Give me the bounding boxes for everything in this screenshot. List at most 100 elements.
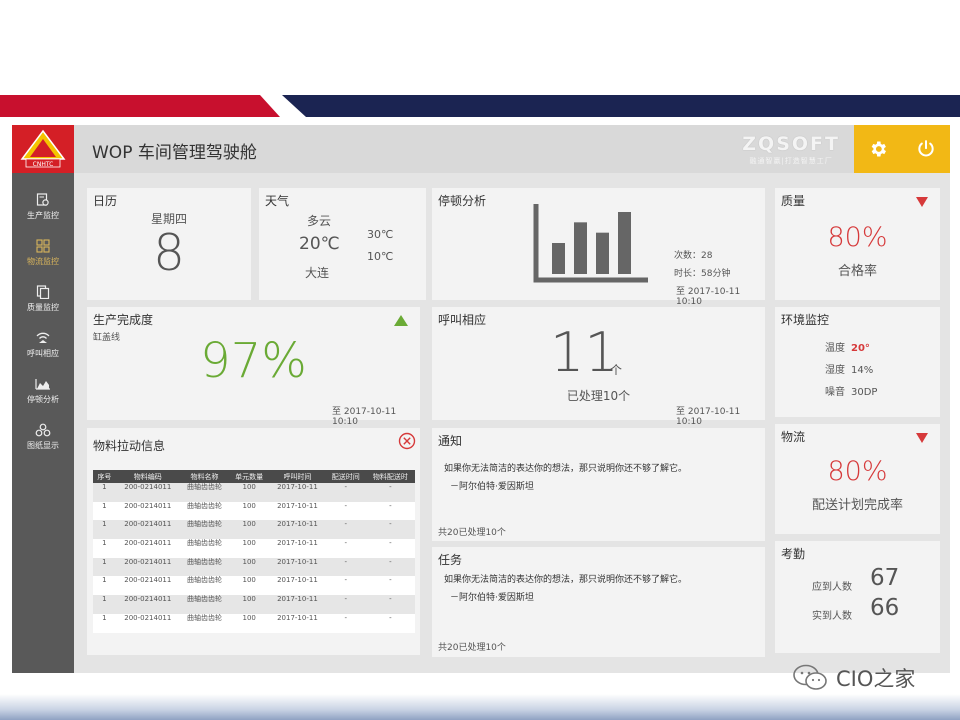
table-cell: 2017-10-11 [269,501,326,521]
logistics-title: 物流 [781,430,806,444]
env-humidity-value: 14% [851,365,874,376]
attendance-expected-value: 67 [870,565,900,591]
table-cell: - [365,520,415,540]
downtime-bar [552,243,565,274]
trend-up-icon [394,315,408,326]
env-temp-value: 20° [851,343,870,354]
table-cell: - [325,520,366,540]
call-count: 11 [550,321,619,384]
wechat-icon [793,664,827,690]
attendance-expected-label: 应到人数 [812,582,852,593]
table-cell: 曲轴齿齿轮 [179,520,230,540]
cnhtc-logo-icon: CNHTC [20,129,66,168]
table-cell: - [325,576,366,596]
notice-footer: 共20已处理10个 [438,528,506,538]
attendance-actual-label: 实到人数 [812,611,852,622]
trend-down-icon [916,433,928,443]
sidebar-item-call[interactable]: 呼叫相应 [12,331,74,377]
table-cell: 曲轴齿齿轮 [179,557,230,577]
weather-title: 天气 [265,194,290,208]
table-cell: 200-0214011 [115,483,180,502]
env-humidity: 湿度 14% [825,361,873,376]
table-cell: 200-0214011 [115,613,180,633]
task-footer: 共20已处理10个 [438,643,506,653]
table-cell: 1 [93,483,116,502]
table-cell: 100 [229,557,270,577]
table-cell: 2017-10-11 [269,520,326,540]
table-row: 1 200-0214011 曲轴齿齿轮 100 2017-10-11- - [93,483,415,502]
table-cell: - [365,595,415,614]
table-cell: - [325,483,366,502]
task-text: 如果你无法简洁的表达你的想法，那只说明你还不够了解它。 [444,575,688,585]
weather-current-temp: 20℃ [299,234,340,254]
table-cell: 曲轴齿齿轮 [179,539,230,558]
table-row: 1 200-0214011 曲轴齿齿轮 100 2017-10-11- - [93,613,415,633]
slide: CNHTC WOP 车间管理驾驶舱 ZQSOFT 融通智赢|打造智慧工厂 生产监… [0,0,960,720]
logistics-card: 物流 80% 配送计划完成率 [775,424,940,534]
call-signal-icon [36,332,50,343]
table-cell: 200-0214011 [115,501,180,521]
table-row: 1 200-0214011 曲轴齿齿轮 100 2017-10-11- - [93,576,415,596]
call-caption: 已处理10个 [566,389,631,403]
sidebar-item-label: 物流监控 [27,257,59,266]
svg-text:CNHTC: CNHTC [33,161,54,168]
materials-table: 序号 物料编码 物料名称 单元数量 呼叫时间 配送时间 物料配送时 1 200-0… [93,470,415,633]
dashboard-app: CNHTC WOP 车间管理驾驶舱 ZQSOFT 融通智赢|打造智慧工厂 生产监… [12,125,950,673]
sidebar-item-downtime[interactable]: 停顿分析 [12,377,74,423]
table-header-row: 序号 物料编码 物料名称 单元数量 呼叫时间 配送时间 物料配送时 [93,470,415,483]
table-cell: - [365,483,415,502]
table-row: 1 200-0214011 曲轴齿齿轮 100 2017-10-11- - [93,501,415,521]
table-cell: 曲轴齿齿轮 [179,613,230,633]
materials-table-body: 1 200-0214011 曲轴齿齿轮 100 2017-10-11- -1 200-021… [93,483,415,633]
drawings-icon [35,423,51,437]
table-cell: 2017-10-11 [269,539,326,558]
table-cell: 1 [93,557,116,577]
attendance-title: 考勤 [781,547,806,561]
table-row: 1 200-0214011 曲轴齿齿轮 100 2017-10-11- - [93,595,415,614]
header-band-navy [282,95,960,117]
notice-text: 如果你无法简洁的表达你的想法，那只说明你还不够了解它。 [444,464,688,474]
brand-logo: ZQSOFT 融通智赢|打造智慧工厂 [742,133,840,166]
logistics-caption: 配送计划完成率 [811,498,903,513]
column-header: 呼叫时间 [269,470,326,483]
weather-high-temp: 30℃ [367,228,394,241]
downtime-count: 次数：28 [674,251,713,261]
table-cell: 1 [93,576,116,596]
table-cell: 曲轴齿齿轮 [179,595,230,614]
quality-card: 质量 80% 合格率 [775,188,940,300]
production-title: 生产完成度 [93,313,154,327]
table-cell: 200-0214011 [115,520,180,540]
table-cell: 2017-10-11 [269,595,326,614]
table-cell: - [325,613,366,633]
sidebar-item-quality[interactable]: 质量监控 [12,285,74,331]
trend-down-icon [916,197,928,207]
materials-title: 物料拉动信息 [93,439,166,453]
table-cell: 100 [229,501,270,521]
sidebar-item-label: 质量监控 [27,303,59,312]
sidebar-item-logistics[interactable]: 物流监控 [12,239,74,285]
table-cell: 2017-10-11 [269,613,326,633]
downtime-card: 停顿分析 次数：28 时长：58分钟 至 2017-10-11 10:10 [432,188,765,307]
settings-button[interactable] [854,125,902,173]
area-chart-icon [35,379,50,390]
table-cell: 1 [93,520,116,540]
table-cell: 100 [229,520,270,540]
call-title: 呼叫相应 [438,313,487,327]
close-icon[interactable] [398,432,416,450]
downtime-bar-chart [533,204,648,283]
sidebar-item-production[interactable]: 生产监控 [12,193,74,239]
sidebar-item-label: 生产监控 [27,211,59,220]
weather-city: 大连 [305,266,330,280]
sidebar-item-drawings[interactable]: 图纸显示 [12,423,74,469]
downtime-duration: 时长：58分钟 [674,269,731,279]
table-row: 1 200-0214011 曲轴齿齿轮 100 2017-10-11- - [93,539,415,558]
power-button[interactable] [902,125,950,173]
table-cell: - [325,539,366,558]
notice-author: －阿尔伯特·爱因斯坦 [450,482,534,492]
table-cell: 2017-10-11 [269,576,326,596]
table-cell: 2017-10-11 [269,557,326,577]
calendar-day: 8 [153,224,185,282]
table-cell: 1 [93,501,116,521]
downtime-bar [574,222,587,274]
task-title: 任务 [438,553,463,567]
